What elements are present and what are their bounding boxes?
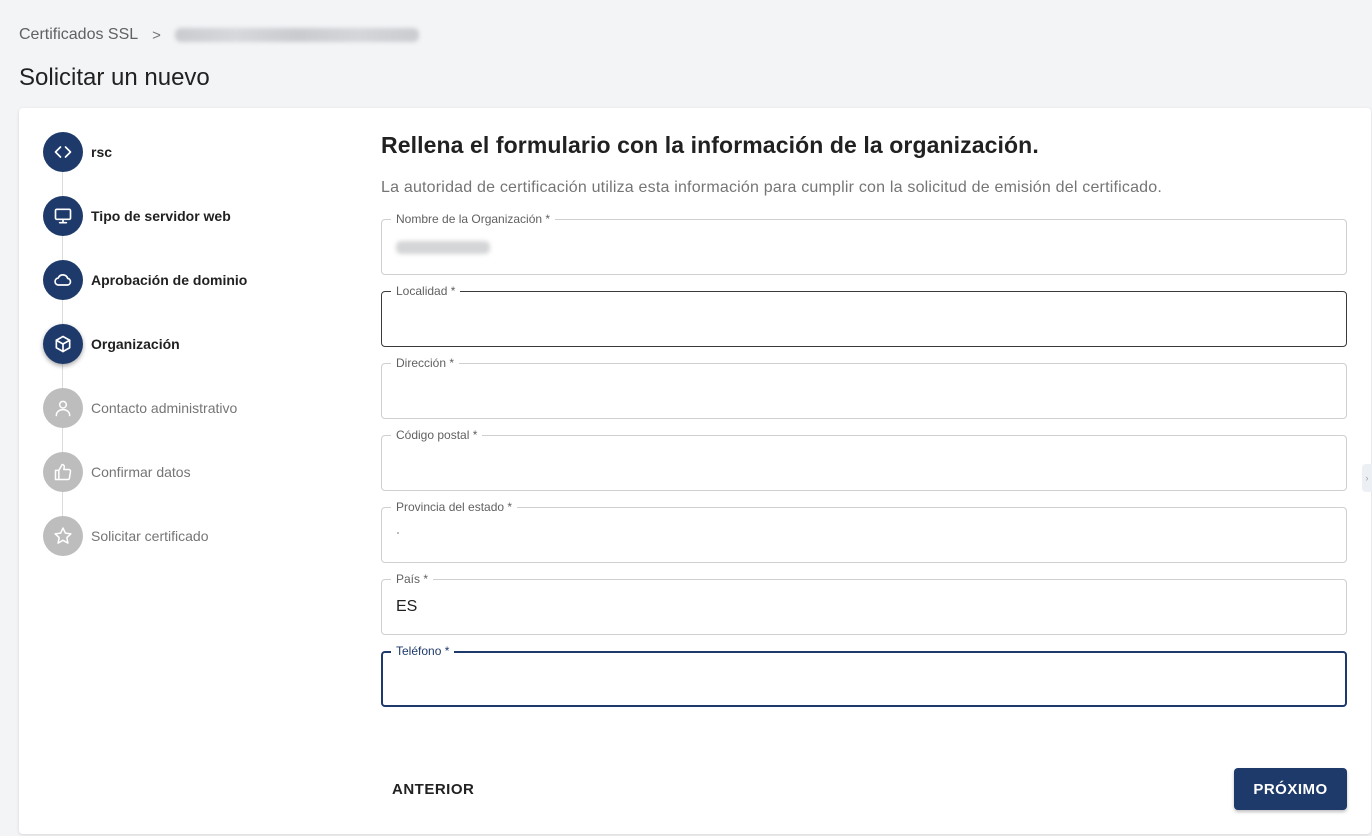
step-server-type[interactable]: Tipo de servidor web	[43, 196, 343, 260]
side-panel-toggle[interactable]: ›	[1362, 464, 1372, 492]
phone-field[interactable]: Teléfono *	[381, 645, 1347, 707]
org-name-field[interactable]: Nombre de la Organización *	[381, 213, 1347, 275]
step-domain-approval[interactable]: Aprobación de dominio	[43, 260, 343, 324]
code-icon	[43, 132, 83, 172]
field-label: Provincia del estado *	[391, 501, 518, 514]
step-label: Solicitar certificado	[91, 528, 209, 544]
field-label: Código postal *	[391, 429, 483, 442]
field-label: Nombre de la Organización *	[391, 213, 556, 226]
step-organization[interactable]: Organización	[43, 324, 343, 388]
cloud-icon	[43, 260, 83, 300]
field-label: Localidad *	[391, 285, 461, 298]
locality-field[interactable]: Localidad *	[381, 285, 1347, 347]
field-value: ES	[396, 598, 418, 615]
breadcrumb-current-redacted	[174, 28, 419, 42]
previous-button[interactable]: ANTERIOR	[381, 768, 485, 810]
chevron-right-icon: >	[152, 26, 161, 44]
step-confirm-data[interactable]: Confirmar datos	[43, 452, 343, 516]
step-label: Aprobación de dominio	[91, 272, 248, 288]
thumbs-up-icon	[43, 452, 83, 492]
step-admin-contact[interactable]: Contacto administrativo	[43, 388, 343, 452]
breadcrumb: Certificados SSL >	[19, 26, 419, 44]
page-title: Solicitar un nuevo	[19, 64, 210, 91]
field-label: Teléfono *	[391, 645, 455, 658]
step-request-certificate[interactable]: Solicitar certificado	[43, 516, 343, 580]
country-field[interactable]: País * ES	[381, 573, 1347, 635]
step-label: rsc	[91, 144, 113, 160]
star-icon	[43, 516, 83, 556]
form-title: Rellena el formulario con la información…	[381, 132, 1039, 158]
organization-form: Rellena el formulario con la información…	[381, 108, 1347, 707]
breadcrumb-root-link[interactable]: Certificados SSL	[19, 26, 138, 44]
field-label: País *	[391, 573, 434, 586]
step-rsc[interactable]: rsc	[43, 132, 343, 196]
monitor-icon	[43, 196, 83, 236]
next-button[interactable]: PRÓXIMO	[1234, 768, 1347, 810]
step-label: Organización	[91, 336, 180, 352]
step-label: Tipo de servidor web	[91, 208, 231, 224]
state-redacted-value	[397, 532, 399, 534]
stepper: rsc Tipo de servidor web Aprobación de d…	[43, 132, 343, 580]
address-field[interactable]: Dirección *	[381, 357, 1347, 419]
org-name-redacted-value	[396, 241, 490, 254]
postal-code-field[interactable]: Código postal *	[381, 429, 1347, 491]
form-description: La autoridad de certificación utiliza es…	[381, 179, 1163, 196]
step-label: Contacto administrativo	[91, 400, 238, 416]
wizard-card: rsc Tipo de servidor web Aprobación de d…	[19, 108, 1371, 834]
state-field[interactable]: Provincia del estado *	[381, 501, 1347, 563]
cube-icon	[43, 324, 83, 364]
field-label: Dirección *	[391, 357, 460, 370]
step-label: Confirmar datos	[91, 464, 191, 480]
user-icon	[43, 388, 83, 428]
